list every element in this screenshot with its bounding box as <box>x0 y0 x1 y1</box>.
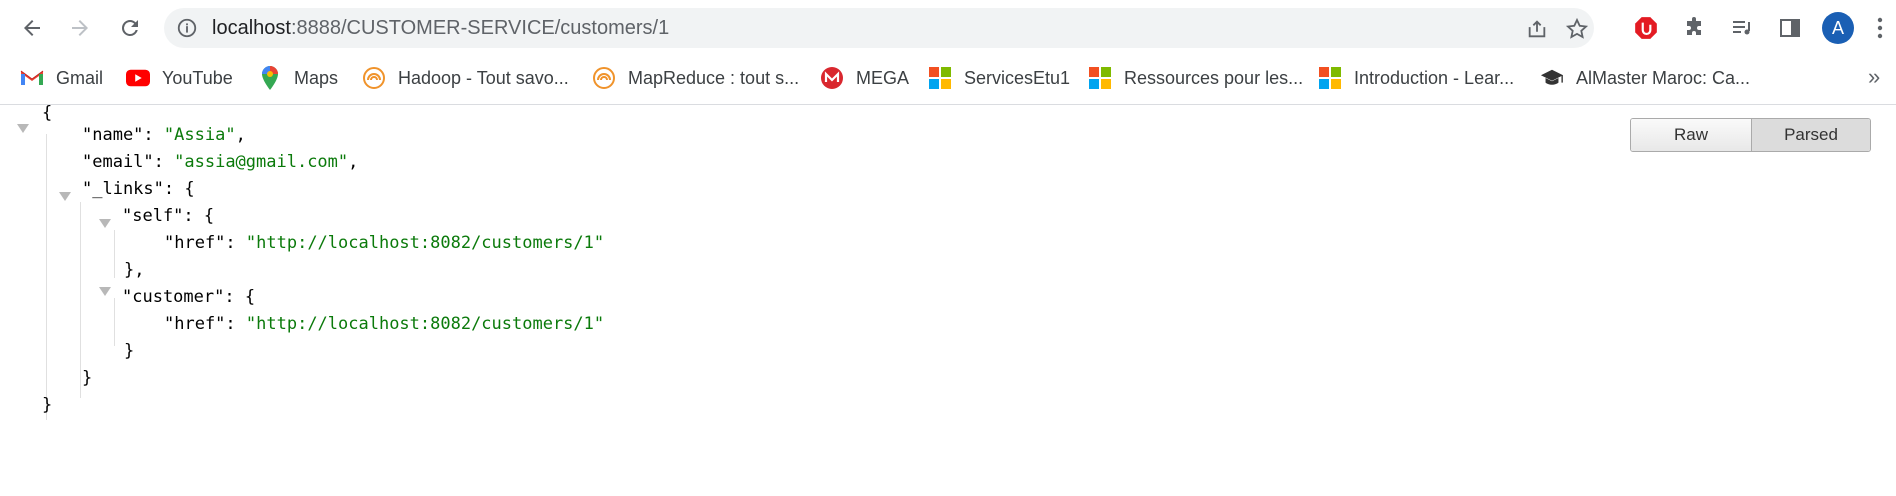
bookmark-label: ServicesEtu1 <box>964 67 1071 88</box>
collapse-toggle-icon[interactable] <box>17 124 29 133</box>
extension-adblock-icon[interactable] <box>1628 10 1664 46</box>
collapse-toggle-icon[interactable] <box>99 287 111 296</box>
bookmark-servicesetu1[interactable]: ServicesEtu1 <box>928 56 1070 100</box>
microsoft-icon <box>928 66 952 90</box>
chevron-right-double-icon[interactable]: » <box>1868 64 1880 90</box>
url-text[interactable]: localhost:8888/CUSTOMER-SERVICE/customer… <box>212 8 669 48</box>
graduation-cap-icon <box>1540 66 1564 90</box>
bookmark-label: Gmail <box>56 67 104 88</box>
url-path: :8888/CUSTOMER-SERVICE/customers/1 <box>290 17 670 39</box>
profile-avatar[interactable]: A <box>1822 12 1854 44</box>
bookmark-almaster[interactable]: AlMaster Maroc: Ca... <box>1540 56 1750 100</box>
forward-arrow-icon <box>72 20 88 36</box>
extensions-puzzle-icon[interactable] <box>1676 10 1712 46</box>
json-line-customer: "customer": { <box>122 287 256 307</box>
bookmark-label: Introduction - Lear... <box>1354 67 1515 88</box>
json-key: "customer" <box>122 287 225 307</box>
raw-button[interactable]: Raw <box>1631 119 1752 151</box>
indent-guide <box>80 202 81 398</box>
address-bar[interactable]: localhost:8888/CUSTOMER-SERVICE/customer… <box>164 8 1594 48</box>
collapse-toggle-icon[interactable] <box>99 219 111 228</box>
media-queue-icon[interactable] <box>1724 10 1760 46</box>
json-line-self-close: }, <box>124 260 145 280</box>
bookmarks-bar: Gmail YouTube Maps Hadoop - Tout savo...… <box>0 56 1896 105</box>
bookmark-maps[interactable]: Maps <box>258 56 338 100</box>
bookmark-introduction[interactable]: Introduction - Lear... <box>1318 56 1514 100</box>
microsoft-icon <box>1088 66 1112 90</box>
hadoop-icon <box>362 66 386 90</box>
json-line-customer-href: "href": "http://localhost:8082/customers… <box>164 314 605 334</box>
site-info-icon[interactable] <box>176 17 198 39</box>
json-string: "assia@gmail.com" <box>174 152 349 172</box>
json-line-email: "email": "assia@gmail.com", <box>82 152 359 172</box>
bookmark-hadoop[interactable]: Hadoop - Tout savo... <box>362 56 569 100</box>
bookmark-ressources[interactable]: Ressources pour les... <box>1088 56 1303 100</box>
mapreduce-icon <box>592 66 616 90</box>
json-line-name: "name": "Assia", <box>82 125 246 145</box>
json-line-self: "self": { <box>122 206 215 226</box>
bookmark-label: MEGA <box>856 67 910 88</box>
json-line-links: "_links": { <box>82 179 195 199</box>
bookmark-label: AlMaster Maroc: Ca... <box>1576 67 1751 88</box>
bookmark-mega[interactable]: MEGA <box>820 56 909 100</box>
json-string[interactable]: "http://localhost:8082/customers/1" <box>246 233 604 253</box>
json-key: "email" <box>82 152 154 172</box>
json-open-brace: { <box>42 103 53 123</box>
parsed-button[interactable]: Parsed <box>1752 119 1870 151</box>
json-key: "href" <box>164 314 226 334</box>
json-line-links-close: } <box>82 368 93 388</box>
menu-icon[interactable] <box>1868 10 1892 46</box>
gmail-icon <box>20 66 44 90</box>
back-button[interactable] <box>14 10 50 46</box>
json-key: "href" <box>164 233 226 253</box>
indent-guide <box>114 230 115 278</box>
bookmark-label: Ressources pour les... <box>1124 67 1304 88</box>
bookmark-label: Maps <box>294 67 339 88</box>
forward-button[interactable] <box>62 10 98 46</box>
bookmark-star-icon[interactable] <box>1564 16 1590 42</box>
indent-guide <box>114 298 115 346</box>
json-key: "self" <box>122 206 184 226</box>
json-line-customer-close: } <box>124 341 135 361</box>
microsoft-icon <box>1318 66 1342 90</box>
bookmark-label: MapReduce : tout s... <box>628 67 800 88</box>
reload-icon <box>122 20 138 36</box>
json-key: "name" <box>82 125 144 145</box>
url-host: localhost <box>212 17 291 39</box>
json-string[interactable]: "http://localhost:8082/customers/1" <box>246 314 604 334</box>
json-viewer: { "name": "Assia", "email": "assia@gmail… <box>0 103 1896 496</box>
maps-icon <box>258 66 282 90</box>
mega-icon <box>820 66 844 90</box>
json-close-brace: } <box>42 395 53 415</box>
bookmark-youtube[interactable]: YouTube <box>126 56 233 100</box>
bookmark-gmail[interactable]: Gmail <box>20 56 103 100</box>
json-string: "Assia" <box>163 125 236 145</box>
collapse-toggle-icon[interactable] <box>59 192 71 201</box>
reload-button[interactable] <box>112 10 148 46</box>
bookmark-label: Hadoop - Tout savo... <box>398 67 569 88</box>
raw-parsed-toggle: Raw Parsed <box>1630 118 1871 152</box>
browser-toolbar: localhost:8888/CUSTOMER-SERVICE/customer… <box>0 0 1896 56</box>
json-key: "_links" <box>82 179 164 199</box>
bookmark-mapreduce[interactable]: MapReduce : tout s... <box>592 56 799 100</box>
bookmark-label: YouTube <box>162 67 233 88</box>
share-icon[interactable] <box>1524 16 1550 42</box>
json-line-self-href: "href": "http://localhost:8082/customers… <box>164 233 605 253</box>
youtube-icon <box>126 66 150 90</box>
indent-guide <box>46 134 47 420</box>
back-arrow-icon <box>24 20 40 36</box>
side-panel-icon[interactable] <box>1772 10 1808 46</box>
